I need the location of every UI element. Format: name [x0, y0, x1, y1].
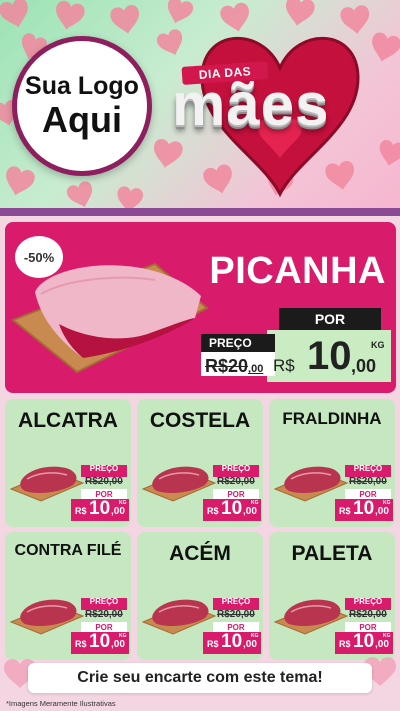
- old-price: R$20,00: [85, 609, 123, 620]
- price-currency: R$: [207, 506, 219, 516]
- meat-cut-icon: [141, 466, 217, 502]
- discount-badge: -50%: [15, 236, 63, 278]
- preco-label: PREÇO: [221, 464, 251, 473]
- old-price: R$20,00: [349, 609, 387, 620]
- old-price: R$20,00: [349, 476, 387, 487]
- price-decimal: ,00: [111, 506, 125, 517]
- old-price: R$20,00: [85, 476, 123, 487]
- price-integer: 10: [353, 498, 375, 519]
- price-decimal: ,00: [243, 639, 257, 650]
- header-divider: [0, 208, 400, 216]
- price-integer: 10: [307, 334, 352, 378]
- product-name: PALETA: [291, 542, 373, 565]
- product-name: ALCATRA: [18, 409, 118, 432]
- price-unit: KG: [383, 500, 391, 506]
- meat-cut-icon: [9, 466, 85, 502]
- cta-button[interactable]: Crie seu encarte com este tema!: [28, 663, 372, 693]
- price-unit: KG: [251, 500, 259, 506]
- price-unit: KG: [119, 500, 127, 506]
- disclaimer-text: *Imagens Meramente Ilustrativas: [6, 699, 116, 708]
- price-decimal: ,00: [375, 639, 389, 650]
- price-unit: KG: [383, 633, 391, 639]
- price-integer: 10: [89, 498, 111, 519]
- old-price: R$20,00: [217, 476, 255, 487]
- price-decimal: ,00: [243, 506, 257, 517]
- featured-product-card[interactable]: -50% PICANHA POR PREÇO R$20,00 R$ 10 ,00…: [5, 222, 396, 393]
- old-price: R$20,00: [205, 356, 264, 376]
- preco-label: PREÇO: [221, 597, 251, 606]
- logo-placeholder[interactable]: Sua Logo Aqui: [12, 36, 152, 176]
- price-integer: 10: [221, 498, 243, 519]
- preco-label: PREÇO: [89, 597, 119, 606]
- header-banner: DIA DAS mães Sua Logo Aqui: [0, 0, 400, 212]
- event-title: mães: [172, 71, 330, 138]
- meat-cut-icon: [141, 599, 217, 635]
- product-card-2[interactable]: FRALDINHA PREÇO R$20,00 POR R$ 10 ,00 KG: [269, 399, 395, 527]
- logo-text-line2: Aqui: [42, 98, 122, 140]
- product-name: FRALDINHA: [282, 409, 382, 428]
- preco-label: PREÇO: [353, 597, 383, 606]
- product-name: CONTRA FILÉ: [14, 542, 122, 559]
- price-currency: R$: [339, 506, 351, 516]
- price-currency: R$: [207, 639, 219, 649]
- product-name: ACÉM: [169, 542, 231, 565]
- preco-label: PREÇO: [353, 464, 383, 473]
- price-currency: R$: [75, 639, 87, 649]
- price-unit: KG: [371, 340, 385, 350]
- price-unit: KG: [119, 633, 127, 639]
- featured-product-name: PICANHA: [209, 250, 386, 292]
- logo-text-line1: Sua Logo: [25, 72, 139, 101]
- meat-cut-icon: [273, 599, 349, 635]
- por-label: POR: [279, 308, 381, 330]
- price-currency: R$: [339, 639, 351, 649]
- meat-cut-icon: [273, 466, 349, 502]
- price-decimal: ,00: [375, 506, 389, 517]
- product-card-5[interactable]: PALETA PREÇO R$20,00 POR R$ 10 ,00 KG: [269, 532, 395, 660]
- price-decimal: ,00: [351, 356, 377, 376]
- product-card-0[interactable]: ALCATRA PREÇO R$20,00 POR R$ 10 ,00 KG: [5, 399, 131, 527]
- price-currency: R$: [75, 506, 87, 516]
- product-name: COSTELA: [149, 409, 251, 432]
- price-unit: KG: [251, 633, 259, 639]
- preco-label: PREÇO: [201, 334, 275, 352]
- old-price: R$20,00: [217, 609, 255, 620]
- preco-label: PREÇO: [89, 464, 119, 473]
- product-card-3[interactable]: CONTRA FILÉ PREÇO R$20,00 POR R$ 10 ,00 …: [5, 532, 131, 660]
- price-currency: R$: [273, 356, 295, 375]
- product-card-1[interactable]: COSTELA PREÇO R$20,00 POR R$ 10 ,00 KG: [137, 399, 263, 527]
- product-card-4[interactable]: ACÉM PREÇO R$20,00 POR R$ 10 ,00 KG: [137, 532, 263, 660]
- meat-cut-icon: [9, 599, 85, 635]
- price-decimal: ,00: [111, 639, 125, 650]
